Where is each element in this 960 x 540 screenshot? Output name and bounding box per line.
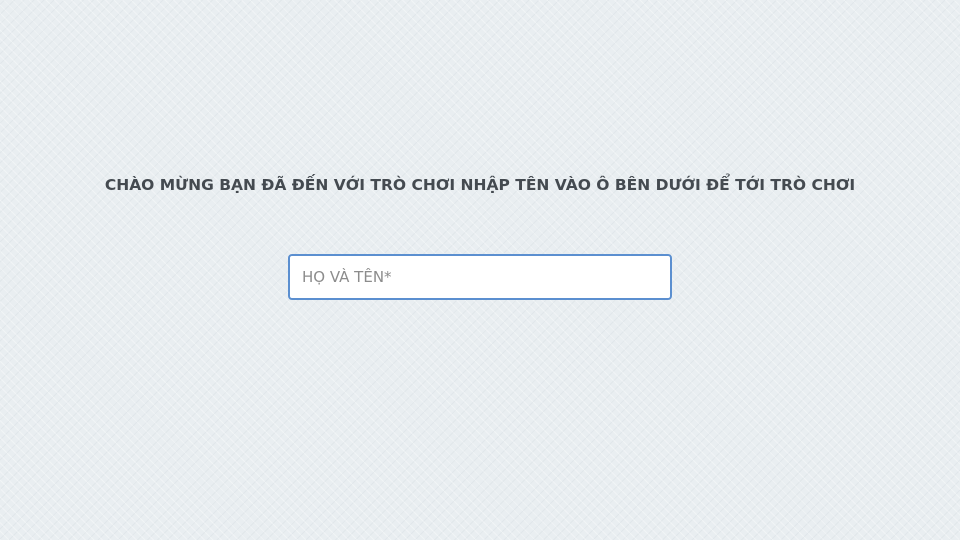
welcome-message: CHÀO MỪNG BẠN ĐÃ ĐẾN VỚI TRÒ CHƠI NHẬP T… xyxy=(104,176,856,194)
full-name-input[interactable] xyxy=(288,254,672,300)
